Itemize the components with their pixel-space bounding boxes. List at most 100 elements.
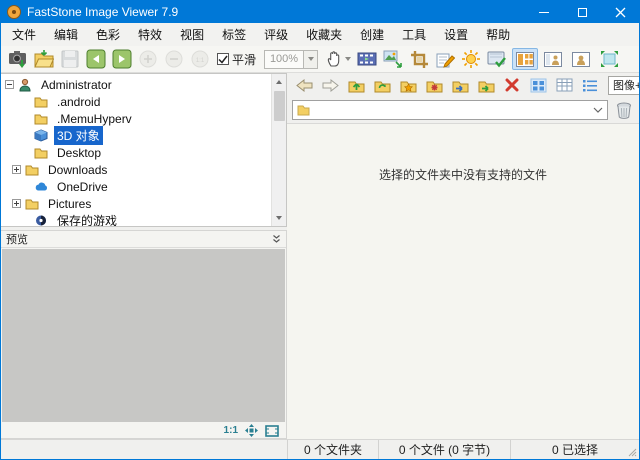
minimize-button[interactable] bbox=[525, 1, 563, 23]
thumbnails-view-button[interactable] bbox=[526, 75, 550, 95]
smooth-checkbox[interactable] bbox=[217, 53, 229, 65]
acquire-camera-button[interactable] bbox=[5, 47, 31, 71]
status-selected: 0 已选择 bbox=[511, 440, 639, 459]
view-windowed-button[interactable] bbox=[540, 48, 566, 70]
tree-item-administrator[interactable]: Administrator bbox=[1, 76, 270, 93]
menu-effects[interactable]: 特效 bbox=[129, 22, 171, 47]
cloud-icon bbox=[34, 180, 50, 194]
preview-panel: 预览 1:1 bbox=[1, 230, 287, 439]
resize-button[interactable] bbox=[380, 47, 406, 71]
list-view-button[interactable] bbox=[578, 75, 602, 95]
tree-scrollbar[interactable] bbox=[271, 74, 286, 226]
view-fullwindow-button[interactable] bbox=[568, 48, 594, 70]
refresh-folder-button[interactable] bbox=[370, 75, 394, 95]
address-input[interactable] bbox=[314, 104, 589, 116]
menu-tools[interactable]: 工具 bbox=[393, 22, 435, 47]
menu-file[interactable]: 文件 bbox=[3, 22, 45, 47]
menu-help[interactable]: 帮助 bbox=[477, 22, 519, 47]
maximize-icon bbox=[578, 8, 587, 17]
tree-item-memuhyperv[interactable]: .MemuHyperv bbox=[1, 110, 270, 127]
view-fullscreen-button[interactable] bbox=[596, 48, 622, 70]
next-image-button[interactable] bbox=[109, 47, 135, 71]
tree-item-pictures[interactable]: Pictures bbox=[1, 195, 270, 212]
screen-check-button[interactable] bbox=[484, 47, 510, 71]
folder-tree-button[interactable] bbox=[422, 75, 446, 95]
view-browser-button[interactable] bbox=[512, 48, 538, 70]
delete-button[interactable] bbox=[500, 75, 524, 95]
close-button[interactable] bbox=[601, 1, 639, 23]
status-bar: 0 个文件夹 0 个文件 (0 字节) 0 已选择 bbox=[1, 439, 639, 459]
copy-to-folder-button[interactable] bbox=[448, 75, 472, 95]
expand-icon[interactable] bbox=[12, 199, 21, 208]
expand-icon[interactable] bbox=[12, 165, 21, 174]
tree-item-saved-games[interactable]: 保存的游戏 bbox=[1, 212, 270, 227]
collapse-chevrons-icon[interactable] bbox=[272, 234, 281, 244]
trash-icon bbox=[616, 102, 632, 119]
details-view-button[interactable] bbox=[552, 75, 576, 95]
tree-item-desktop[interactable]: Desktop bbox=[1, 144, 270, 161]
empty-folder-message: 选择的文件夹中没有支持的文件 bbox=[287, 124, 639, 183]
app-logo-icon bbox=[7, 5, 21, 19]
title-bar[interactable]: FastStone Image Viewer 7.9 bbox=[1, 1, 639, 23]
zoom-in-button bbox=[135, 47, 161, 71]
close-icon bbox=[615, 7, 626, 18]
scroll-up-icon[interactable] bbox=[272, 74, 286, 89]
status-files: 0 个文件 (0 字节) bbox=[379, 440, 511, 459]
file-filter-select[interactable]: 图像+视频 bbox=[608, 76, 640, 95]
file-list-area[interactable]: 选择的文件夹中没有支持的文件 bbox=[287, 123, 639, 439]
open-folder-button[interactable] bbox=[31, 47, 57, 71]
menu-settings[interactable]: 设置 bbox=[435, 22, 477, 47]
main-toolbar: 1:1 平滑 100% bbox=[1, 46, 639, 73]
resize-grip[interactable] bbox=[628, 448, 637, 457]
address-combobox[interactable] bbox=[292, 100, 608, 120]
scroll-down-icon[interactable] bbox=[272, 211, 286, 226]
folder-mark-icon bbox=[426, 78, 443, 93]
tree-item-android[interactable]: .android bbox=[1, 93, 270, 110]
save-button bbox=[57, 47, 83, 71]
folder-up-icon bbox=[348, 78, 365, 93]
menu-bar: 文件 编辑 色彩 特效 视图 标签 评级 收藏夹 创建 工具 设置 帮助 bbox=[1, 23, 639, 46]
status-folders: 0 个文件夹 bbox=[288, 440, 379, 459]
maximize-button[interactable] bbox=[563, 1, 601, 23]
back-button[interactable] bbox=[292, 75, 316, 95]
menu-edit[interactable]: 编辑 bbox=[45, 22, 87, 47]
svg-text:1:1: 1:1 bbox=[196, 58, 205, 64]
rename-icon bbox=[436, 50, 455, 69]
left-panel: Administrator .android .MemuHyperv bbox=[1, 73, 287, 439]
collapse-icon[interactable] bbox=[5, 80, 14, 89]
menu-colors[interactable]: 色彩 bbox=[87, 22, 129, 47]
previous-image-button[interactable] bbox=[83, 47, 109, 71]
save-icon bbox=[61, 50, 79, 68]
pan-icon[interactable] bbox=[245, 424, 258, 437]
favorites-button[interactable] bbox=[396, 75, 420, 95]
address-row bbox=[287, 97, 639, 123]
chevron-down-icon[interactable] bbox=[593, 107, 603, 113]
sun-icon bbox=[461, 49, 481, 69]
move-to-folder-button[interactable] bbox=[474, 75, 498, 95]
browser-toolbar: 图像+视频 bbox=[287, 73, 639, 97]
forward-button[interactable] bbox=[318, 75, 342, 95]
menu-tag[interactable]: 标签 bbox=[213, 22, 255, 47]
adjust-colors-button[interactable] bbox=[458, 47, 484, 71]
tree-item-3d-objects[interactable]: 3D 对象 bbox=[1, 127, 270, 144]
refresh-icon bbox=[374, 78, 391, 93]
folder-icon bbox=[34, 95, 50, 109]
screen-check-icon bbox=[487, 50, 507, 69]
menu-rating[interactable]: 评级 bbox=[255, 22, 297, 47]
menu-favorites[interactable]: 收藏夹 bbox=[297, 22, 351, 47]
delete-x-icon bbox=[505, 78, 519, 92]
crop-icon bbox=[410, 50, 429, 69]
move-to-folder-icon bbox=[478, 78, 495, 93]
crop-button[interactable] bbox=[406, 47, 432, 71]
hand-tool-button[interactable] bbox=[322, 47, 354, 71]
tree-item-onedrive[interactable]: OneDrive bbox=[1, 178, 270, 195]
scrollbar-thumb[interactable] bbox=[274, 91, 285, 121]
menu-view[interactable]: 视图 bbox=[171, 22, 213, 47]
fit-window-icon[interactable] bbox=[265, 425, 279, 437]
slideshow-button[interactable] bbox=[354, 47, 380, 71]
rename-button[interactable] bbox=[432, 47, 458, 71]
tree-item-downloads[interactable]: Downloads bbox=[1, 161, 270, 178]
recycle-bin-button[interactable] bbox=[614, 100, 634, 120]
folder-up-button[interactable] bbox=[344, 75, 368, 95]
menu-create[interactable]: 创建 bbox=[351, 22, 393, 47]
